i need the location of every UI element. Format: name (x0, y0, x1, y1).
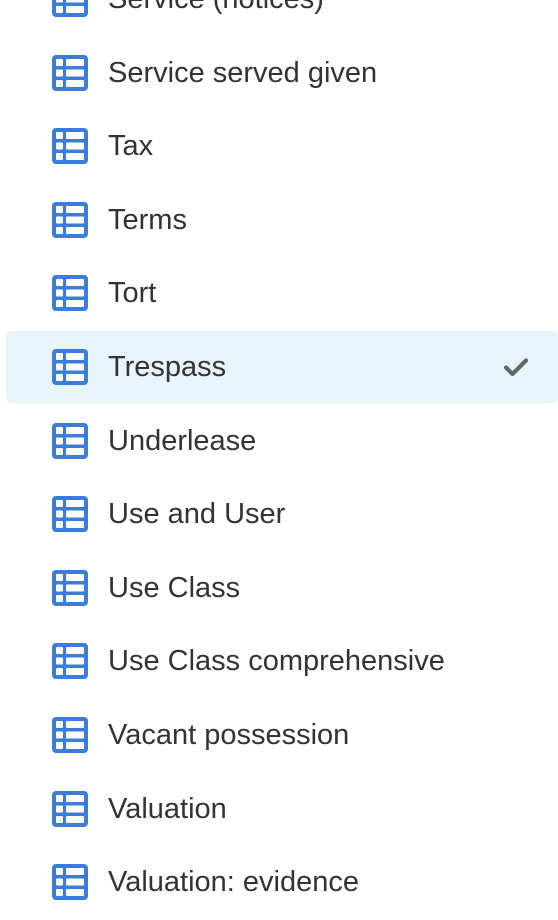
list-item-selected[interactable]: Trespass (0, 330, 558, 403)
table-icon (52, 569, 88, 606)
table-icon (52, 348, 88, 385)
table-icon (52, 201, 88, 238)
table-icon (52, 0, 88, 17)
list-item-label: Valuation: evidence (108, 866, 359, 899)
list-item[interactable]: Use Class comprehensive (0, 625, 558, 697)
table-icon (52, 790, 88, 827)
list-item[interactable]: Valuation: evidence (0, 846, 558, 918)
list-item-label: Use Class comprehensive (108, 645, 445, 678)
list-item-label: Service (notices) (108, 0, 324, 15)
list-item-label: Use Class (108, 571, 241, 604)
list-item-label: Vacant possession (108, 718, 350, 751)
table-icon (52, 716, 88, 753)
checkmark-icon (503, 354, 529, 380)
list-item-label: Tax (108, 130, 154, 163)
list-item[interactable]: Vacant possession (0, 699, 558, 771)
selection-highlight (6, 330, 558, 403)
list-item[interactable]: Tax (0, 110, 558, 182)
table-icon (52, 864, 88, 901)
list-item[interactable]: Underlease (0, 405, 558, 477)
option-list: Service (notices) Service served given (0, 0, 558, 920)
table-icon (52, 128, 88, 165)
table-icon (52, 496, 88, 533)
list-item[interactable]: Valuation (0, 773, 558, 845)
table-icon (52, 275, 88, 312)
list-item[interactable]: Service (notices) (0, 0, 558, 35)
list-item[interactable]: Terms (0, 184, 558, 256)
list-item[interactable]: Tort (0, 257, 558, 329)
list-item-label: Valuation (108, 792, 227, 825)
list-item-label: Trespass (108, 350, 227, 383)
list-item-label: Tort (108, 277, 157, 310)
table-icon (52, 422, 88, 459)
list-item-label: Use and User (108, 498, 286, 531)
table-icon (52, 643, 88, 680)
list-item[interactable]: Use and User (0, 478, 558, 550)
list-item[interactable]: Use Class (0, 552, 558, 624)
list-item[interactable]: Service served given (0, 37, 558, 109)
list-item-label: Terms (108, 203, 187, 236)
table-icon (52, 54, 88, 91)
list-item-label: Service served given (108, 56, 378, 89)
list-item-label: Underlease (108, 424, 257, 457)
